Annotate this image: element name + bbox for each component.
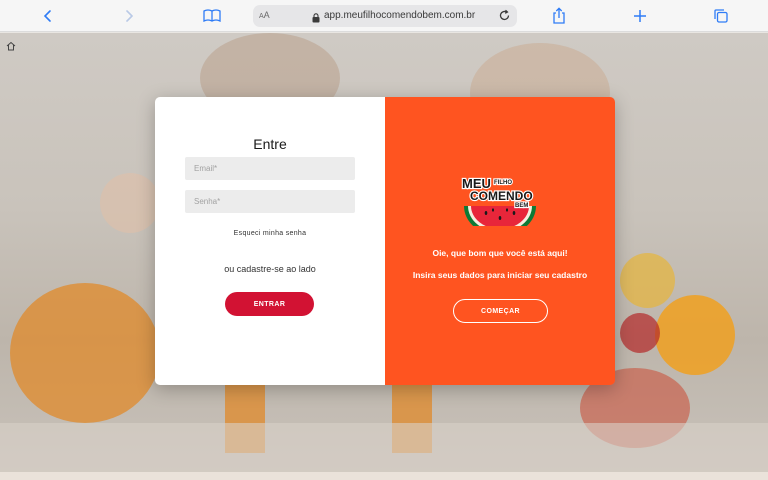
share-icon[interactable] <box>547 4 571 28</box>
forgot-password-link[interactable]: Esqueci minha senha <box>155 230 385 237</box>
text-size-button[interactable]: AA <box>259 10 270 20</box>
address-bar[interactable]: AA app.meufilhocomendobem.com.br <box>253 5 517 27</box>
login-panel: Entre Email* Senha* Esqueci minha senha … <box>155 97 385 385</box>
home-icon[interactable] <box>6 38 16 51</box>
email-placeholder: Email* <box>194 164 218 173</box>
bookmarks-icon[interactable] <box>200 4 224 28</box>
reload-icon[interactable] <box>498 9 511 27</box>
new-tab-icon[interactable] <box>628 4 652 28</box>
start-signup-button[interactable]: COMEÇAR <box>453 299 548 323</box>
login-button[interactable]: ENTRAR <box>225 292 314 316</box>
signup-hint: ou cadastre-se ao lado <box>224 264 316 274</box>
forward-icon[interactable] <box>117 4 141 28</box>
signup-subtitle: Insira seus dados para iniciar seu cadas… <box>412 270 588 280</box>
email-field[interactable]: Email* <box>185 157 355 180</box>
login-title: Entre <box>253 136 287 152</box>
logo-word-comendo: COMENDO <box>470 189 533 203</box>
browser-toolbar: AA app.meufilhocomendobem.com.br <box>0 0 768 32</box>
brand-logo: MEU FILHO COMENDO BEM <box>461 175 536 226</box>
logo-word-bem: BEM <box>515 203 528 209</box>
logo-word-filho: FILHO <box>494 180 512 186</box>
tabs-icon[interactable] <box>709 4 733 28</box>
login-modal: Entre Email* Senha* Esqueci minha senha … <box>155 97 615 385</box>
password-field[interactable]: Senha* <box>185 190 355 213</box>
signup-panel: MEU FILHO COMENDO BEM Oie, que bom que v… <box>385 97 615 385</box>
password-placeholder: Senha* <box>194 197 221 206</box>
greeting-text: Oie, que bom que você está aqui! <box>432 248 568 258</box>
back-icon[interactable] <box>36 4 60 28</box>
lock-icon <box>312 10 320 28</box>
page-footer-strip <box>0 472 768 480</box>
url-text: app.meufilhocomendobem.com.br <box>324 10 476 21</box>
